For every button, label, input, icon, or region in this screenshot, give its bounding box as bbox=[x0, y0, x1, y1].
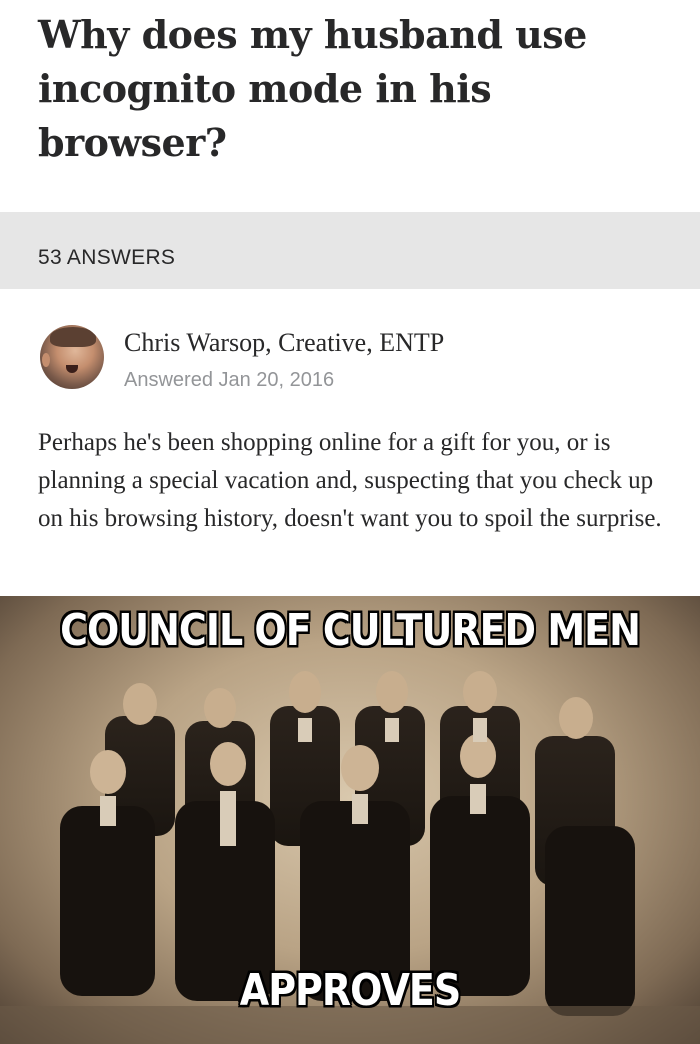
avatar-hair bbox=[50, 327, 96, 347]
avatar[interactable] bbox=[40, 325, 104, 389]
avatar-mouth bbox=[66, 365, 78, 373]
meme-top-caption: COUNCIL OF CULTURED MEN bbox=[60, 604, 641, 656]
answers-count[interactable]: 53 ANSWERS bbox=[38, 246, 175, 270]
avatar-ear bbox=[42, 353, 50, 367]
answered-date: Answered Jan 20, 2016 bbox=[124, 369, 335, 391]
answer-text: Perhaps he's been shopping online for a … bbox=[38, 429, 662, 532]
meme-image: COUNCIL OF CULTURED MEN APPROVES bbox=[0, 596, 700, 1044]
answers-bar: 53 ANSWERS bbox=[0, 212, 700, 289]
author-name[interactable]: Chris Warsop, Creative, ENTP bbox=[124, 328, 444, 358]
author-block: Chris Warsop, Creative, ENTP Answered Ja… bbox=[40, 325, 680, 405]
meme-bottom-caption: APPROVES bbox=[239, 964, 461, 1016]
question-title: Why does my husband use incognito mode i… bbox=[38, 12, 587, 165]
